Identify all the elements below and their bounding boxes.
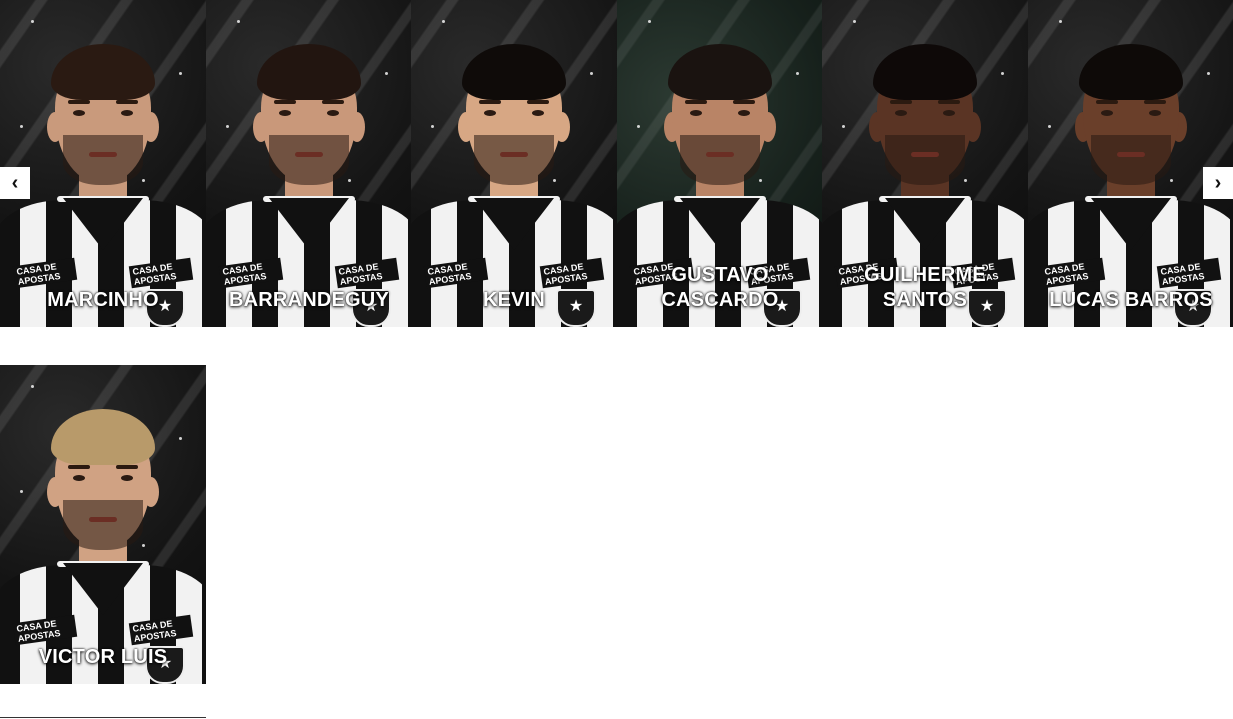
beard	[680, 135, 760, 185]
eye	[943, 110, 955, 116]
player-name: KEVIN	[482, 289, 546, 311]
eyebrow	[685, 100, 707, 104]
player-name: VICTOR LUIS	[38, 646, 168, 668]
collar	[269, 198, 349, 250]
player-card[interactable]: CASA DE APOSTAS CASA DE APOSTAS ★ KEVIN	[411, 0, 617, 327]
mouth	[1117, 152, 1145, 157]
beard	[474, 135, 554, 185]
beard	[885, 135, 965, 185]
eye	[738, 110, 750, 116]
player-photo: CASA DE APOSTAS CASA DE APOSTAS ★	[0, 365, 206, 684]
eyebrow	[116, 465, 138, 469]
mouth	[706, 152, 734, 157]
spacer-strip	[3, 327, 1233, 364]
mouth	[295, 152, 323, 157]
mouth	[89, 517, 117, 522]
eye	[73, 110, 85, 116]
eye	[532, 110, 544, 116]
player-carousel: CASA DE APOSTAS CASA DE APOSTAS ★ MARCINHO C…	[0, 0, 1233, 327]
hair	[873, 44, 977, 100]
eyebrow	[938, 100, 960, 104]
hair	[51, 409, 155, 465]
player-name: GUSTAVO CASCARDO	[661, 264, 779, 311]
eyebrow	[116, 100, 138, 104]
eyebrow	[322, 100, 344, 104]
eye	[1149, 110, 1161, 116]
player-photo: CASA DE APOSTAS CASA DE APOSTAS ★	[0, 0, 206, 327]
collar	[63, 563, 143, 615]
mouth	[89, 152, 117, 157]
hair	[668, 44, 772, 100]
collar	[680, 198, 760, 250]
eye	[690, 110, 702, 116]
player-photo: CASA DE APOSTAS CASA DE APOSTAS ★	[206, 0, 412, 327]
eye	[895, 110, 907, 116]
chevron-right-icon: ›	[1214, 171, 1222, 194]
eye	[121, 475, 133, 481]
hair	[1079, 44, 1183, 100]
collar	[474, 198, 554, 250]
eye	[279, 110, 291, 116]
hair	[462, 44, 566, 100]
collar	[1091, 198, 1171, 250]
player-card[interactable]: CASA DE APOSTAS CASA DE APOSTAS ★ BARRANDEG…	[206, 0, 412, 327]
featured-player-card[interactable]: CASA DE APOSTAS CASA DE APOSTAS ★ VICTOR LU…	[0, 365, 206, 684]
eye	[327, 110, 339, 116]
chevron-left-icon: ‹	[11, 171, 19, 194]
beard	[1091, 135, 1171, 185]
player-name: MARCINHO	[47, 289, 159, 311]
eye	[121, 110, 133, 116]
beard	[269, 135, 349, 185]
divider	[0, 717, 206, 718]
beard	[63, 135, 143, 185]
player-card[interactable]: CASA DE APOSTAS CASA DE APOSTAS ★ LUCAS BAR…	[1028, 0, 1233, 327]
eye	[1101, 110, 1113, 116]
player-card[interactable]: CASA DE APOSTAS CASA DE APOSTAS ★ GUSTAVO C…	[617, 0, 823, 327]
eye	[73, 475, 85, 481]
player-card[interactable]: CASA DE APOSTAS CASA DE APOSTAS ★ GUILHERME…	[822, 0, 1028, 327]
eyebrow	[1096, 100, 1118, 104]
hair	[51, 44, 155, 100]
player-card[interactable]: CASA DE APOSTAS CASA DE APOSTAS ★ MARCINHO	[0, 0, 206, 327]
eyebrow	[274, 100, 296, 104]
hair	[257, 44, 361, 100]
eyebrow	[1144, 100, 1166, 104]
mouth	[911, 152, 939, 157]
player-name: LUCAS BARROS	[1049, 289, 1213, 311]
collar	[63, 198, 143, 250]
player-name: GUILHERME SANTOS	[864, 264, 986, 311]
eyebrow	[68, 100, 90, 104]
collar	[885, 198, 965, 250]
eyebrow	[527, 100, 549, 104]
eyebrow	[68, 465, 90, 469]
player-name: BARRANDEGUY	[229, 289, 389, 311]
eyebrow	[733, 100, 755, 104]
eye	[484, 110, 496, 116]
player-photo: CASA DE APOSTAS CASA DE APOSTAS ★	[1028, 0, 1233, 327]
eyebrow	[479, 100, 501, 104]
beard	[63, 500, 143, 550]
mouth	[500, 152, 528, 157]
carousel-next-button[interactable]: ›	[1203, 167, 1233, 199]
player-photo: CASA DE APOSTAS CASA DE APOSTAS ★	[411, 0, 617, 327]
carousel-prev-button[interactable]: ‹	[0, 167, 30, 199]
eyebrow	[890, 100, 912, 104]
